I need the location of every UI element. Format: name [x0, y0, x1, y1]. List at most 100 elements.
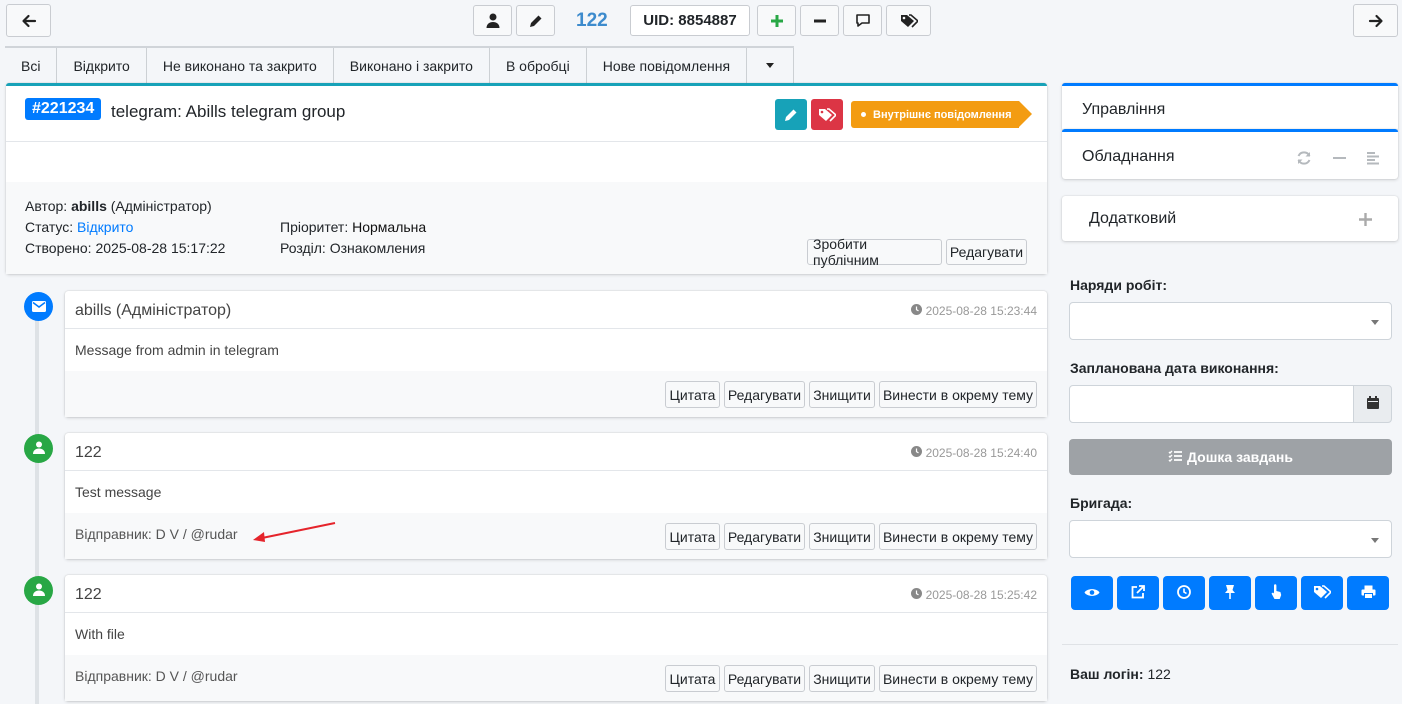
timeline-envelope-marker [24, 292, 53, 321]
management-title: Управління [1082, 101, 1166, 118]
pin-button[interactable] [1209, 576, 1251, 610]
ticket-edit-text-button[interactable]: Редагувати [946, 239, 1027, 265]
planned-date-input[interactable] [1069, 385, 1354, 423]
ticket-status: Статус: Відкрито [25, 219, 134, 235]
split-topic-button[interactable]: Винести в окрему тему [879, 523, 1037, 550]
refresh-icon[interactable] [1296, 150, 1312, 169]
minus-icon[interactable] [1333, 157, 1346, 159]
message-header: 122 2025-08-28 15:24:40 [65, 433, 1047, 471]
equipment-title: Обладнання [1082, 148, 1175, 165]
calendar-icon [1366, 396, 1379, 412]
message-author: 122 [75, 444, 102, 461]
user-icon [32, 441, 45, 457]
uid-badge: UID: 8854887 [630, 5, 750, 36]
tags-icon [1313, 584, 1333, 602]
message-text: With file [75, 626, 125, 642]
timeline-user-marker [24, 434, 53, 463]
message-header: abills (Адміністратор) 2025-08-28 15:23:… [65, 291, 1047, 329]
delete-message-button[interactable]: Знищити [809, 665, 875, 692]
tab-in-progress[interactable]: В обробці [489, 48, 587, 83]
plus-icon [770, 14, 784, 28]
quote-button[interactable]: Цитата [665, 523, 720, 550]
ticket-section: Розділ: Ознакомления [280, 240, 426, 256]
tab-more-dropdown[interactable] [747, 48, 795, 83]
quote-button[interactable]: Цитата [665, 381, 720, 408]
work-orders-select[interactable] [1069, 302, 1392, 340]
hand-pointer-icon [1270, 584, 1282, 602]
message-time: 2025-08-28 15:23:44 [910, 304, 1037, 318]
delete-message-button[interactable]: Знищити [809, 381, 875, 408]
ticket-created: Створено: 2025-08-28 15:17:22 [25, 240, 226, 256]
view-button[interactable] [1071, 576, 1113, 610]
split-topic-button[interactable]: Винести в окрему тему [879, 665, 1037, 692]
divider [6, 141, 1047, 142]
message-sender: Відправник: D V / @rudar [75, 668, 238, 684]
ticket-id-badge: #221234 [25, 98, 102, 120]
calendar-button[interactable] [1353, 385, 1392, 423]
delete-message-button[interactable]: Знищити [809, 523, 875, 550]
comment-button[interactable] [843, 5, 882, 36]
ticket-title: telegram: Abills telegram group [111, 102, 346, 121]
tasks-icon [1168, 449, 1183, 465]
user-button[interactable] [473, 5, 512, 36]
pencil-icon [529, 14, 543, 28]
message-item: abills (Адміністратор) 2025-08-28 15:23:… [65, 291, 1047, 417]
ticket-card: #221234 telegram: Abills telegram group … [6, 83, 1047, 274]
work-orders-label: Наряди робіт: [1070, 277, 1167, 293]
message-author: abills (Адміністратор) [75, 302, 232, 319]
minus-icon [813, 14, 827, 28]
ticket-number: 122 [576, 10, 608, 31]
tab-all[interactable]: Всі [5, 48, 58, 83]
tags-icon [900, 13, 918, 28]
print-button[interactable] [1347, 576, 1389, 610]
message-item: 122 2025-08-28 15:25:42 With file Відпра… [65, 575, 1047, 701]
align-icon[interactable] [1366, 151, 1380, 168]
arrow-right-icon [1368, 13, 1384, 29]
make-public-button[interactable]: Зробити публічним [807, 236, 942, 268]
internal-message-label: Внутрішнє повідомлення [873, 108, 1012, 121]
edit-message-button[interactable]: Редагувати [724, 523, 805, 550]
plus-icon[interactable] [1359, 213, 1372, 229]
brigade-select[interactable] [1069, 520, 1392, 558]
task-board-button[interactable]: Дошка завдань [1069, 439, 1392, 475]
tab-open[interactable]: Відкрито [57, 48, 147, 83]
tags-icon [818, 107, 836, 122]
back-button[interactable] [6, 4, 51, 37]
message-author: 122 [75, 586, 102, 603]
ticket-edit-button[interactable] [775, 99, 807, 130]
tab-not-done-closed[interactable]: Не виконано та закрито [146, 48, 334, 83]
add-button[interactable] [757, 5, 796, 36]
equipment-panel: Обладнання [1062, 129, 1398, 179]
pointer-button[interactable] [1255, 576, 1297, 610]
ticket-priority: Пріоритет: Нормальна [280, 219, 427, 235]
message-footer: Цитата Редагувати Знищити Винести в окре… [65, 371, 1047, 417]
pencil-icon [784, 108, 798, 122]
management-panel[interactable]: Управління [1062, 83, 1398, 131]
history-button[interactable] [1163, 576, 1205, 610]
status-tabs: Всі Відкрито Не виконано та закрито Вико… [5, 46, 795, 83]
thumbtack-icon [1224, 584, 1236, 602]
tags-panel-button[interactable] [1301, 576, 1343, 610]
eye-icon [1084, 585, 1100, 601]
envelope-icon [31, 299, 46, 315]
external-link-icon [1131, 584, 1145, 602]
tab-new-message[interactable]: Нове повідомлення [586, 48, 748, 83]
additional-panel: Додатковий [1062, 196, 1398, 241]
timeline-user-marker [24, 576, 53, 605]
timeline-line [35, 300, 39, 704]
tags-button[interactable] [886, 5, 931, 36]
forward-button[interactable] [1353, 4, 1398, 37]
status-link[interactable]: Відкрито [77, 219, 133, 235]
remove-button[interactable] [800, 5, 839, 36]
edit-message-button[interactable]: Редагувати [724, 381, 805, 408]
ticket-tags-button[interactable] [811, 99, 843, 130]
split-topic-button[interactable]: Винести в окрему тему [879, 381, 1037, 408]
brigade-label: Бригада: [1070, 495, 1133, 511]
ticket-author: Автор: abills (Адміністратор) [25, 198, 212, 214]
clock-icon [910, 588, 922, 602]
edit-top-button[interactable] [516, 5, 555, 36]
open-external-button[interactable] [1117, 576, 1159, 610]
quote-button[interactable]: Цитата [665, 665, 720, 692]
edit-message-button[interactable]: Редагувати [724, 665, 805, 692]
tab-done-closed[interactable]: Виконано і закрито [333, 48, 490, 83]
